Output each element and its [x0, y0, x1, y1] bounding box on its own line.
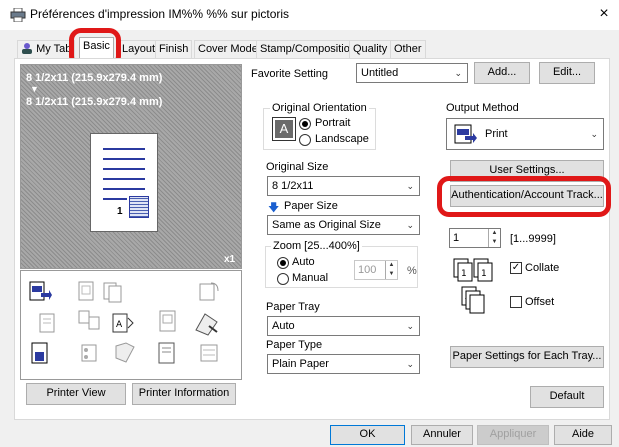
- booklet-icon: [100, 279, 126, 305]
- portrait-radio[interactable]: [299, 118, 311, 130]
- fold-icon: [112, 340, 138, 366]
- svg-text:A: A: [116, 320, 123, 330]
- copies-spinner[interactable]: 1 ▲ ▼: [449, 228, 501, 248]
- paper-tray-select[interactable]: Auto ⌄: [267, 316, 420, 336]
- punch-icon: [77, 340, 103, 366]
- printer-view-button[interactable]: Printer View: [26, 383, 126, 405]
- chevron-down-icon: ⌄: [590, 129, 598, 139]
- chevron-down-icon: ⌄: [406, 220, 414, 230]
- offset-label: Offset: [525, 296, 555, 308]
- landscape-radio[interactable]: [299, 134, 311, 146]
- original-size-select[interactable]: 8 1/2x11 ⌄: [267, 176, 420, 196]
- portrait-label: Portrait: [315, 117, 351, 129]
- text-line: [103, 158, 145, 160]
- svg-text:1: 1: [461, 269, 467, 279]
- collate-label: Collate: [525, 262, 560, 274]
- collate-icon: 1 1: [452, 255, 494, 283]
- paper-size-select[interactable]: Same as Original Size ⌄: [267, 215, 420, 235]
- rotate-icon: [196, 279, 222, 305]
- chevron-down-icon: ⌄: [406, 359, 414, 369]
- tab-other[interactable]: Other: [390, 40, 426, 58]
- default-button[interactable]: Default: [530, 386, 604, 408]
- chevron-down-icon: ⌄: [406, 181, 414, 191]
- text-line: [103, 148, 145, 150]
- tab-cover-mode[interactable]: Cover Mode: [194, 40, 262, 58]
- tab-quality[interactable]: Quality: [349, 40, 392, 58]
- paper-type-label: Paper Type: [266, 339, 323, 351]
- spin-down-icon[interactable]: ▼: [488, 238, 500, 247]
- tab-finish[interactable]: Finish: [155, 40, 193, 58]
- chevron-down-icon: ⌄: [406, 321, 414, 331]
- spin-up-icon[interactable]: ▲: [385, 261, 397, 270]
- paper-tray-label: Paper Tray: [266, 301, 320, 313]
- favorite-setting-label: Favorite Setting: [251, 68, 329, 80]
- add-favorite-button[interactable]: Add...: [474, 62, 530, 84]
- original-size-label: Original Size: [266, 161, 329, 173]
- offset-checkbox[interactable]: [510, 296, 522, 308]
- annotation-highlight-auth: [437, 176, 611, 217]
- watermark-icon: [154, 340, 180, 366]
- zoom-spinner[interactable]: 100 ▲ ▼: [354, 260, 398, 280]
- duplex-icon: A: [110, 310, 136, 336]
- tab-stamp-composition[interactable]: Stamp/Composition: [256, 40, 360, 58]
- zoom-unit: %: [407, 265, 417, 277]
- text-line: [103, 168, 145, 170]
- text-line: [103, 198, 127, 200]
- spin-up-icon[interactable]: ▲: [488, 229, 500, 238]
- paper-settings-each-tray-button[interactable]: Paper Settings for Each Tray...: [450, 346, 604, 368]
- combine-icon: [74, 279, 100, 305]
- edit-favorite-button[interactable]: Edit...: [539, 62, 595, 84]
- output-method-label: Output Method: [446, 102, 519, 114]
- paper-size-label: Paper Size: [284, 200, 338, 212]
- spin-down-icon[interactable]: ▼: [385, 270, 397, 279]
- paper-settings-icon: [27, 340, 53, 366]
- landscape-label: Landscape: [315, 133, 369, 145]
- collate-checkbox[interactable]: ✓: [510, 262, 522, 274]
- page-number: 1: [117, 206, 123, 217]
- stamp-icon: [156, 308, 182, 334]
- ok-button[interactable]: OK: [330, 425, 405, 445]
- down-arrow-icon: ▼: [30, 84, 39, 94]
- close-button[interactable]: ×: [594, 4, 614, 24]
- copies-range: [1...9999]: [510, 233, 556, 245]
- text-line: [103, 178, 145, 180]
- window-title: Préférences d'impression IM%% %% sur pic…: [30, 7, 290, 21]
- preview-page: 1: [90, 133, 158, 232]
- staple-pattern: [129, 196, 149, 218]
- copies-badge: x1: [224, 254, 236, 265]
- document-icon: [34, 310, 60, 336]
- zoom-manual-label: Manual: [292, 272, 329, 284]
- help-button[interactable]: Aide: [554, 425, 612, 445]
- preview-paper-size: 8 1/2x11 (215.9x279.4 mm): [26, 96, 163, 108]
- combination-icon: [76, 308, 102, 334]
- portrait-preview-icon: A: [272, 117, 296, 141]
- favorite-setting-select[interactable]: Untitled ⌄: [356, 63, 468, 83]
- apply-button[interactable]: Appliquer: [477, 425, 549, 445]
- tab-layout[interactable]: Layout: [118, 40, 160, 58]
- zoom-manual-radio[interactable]: [277, 273, 289, 285]
- preview-original-size: 8 1/2x11 (215.9x279.4 mm): [26, 72, 163, 84]
- printer-information-button[interactable]: Printer Information: [132, 383, 236, 405]
- layers-icon: [196, 340, 222, 366]
- printer-icon: [10, 7, 26, 23]
- orientation-label: Original Orientation: [270, 102, 369, 114]
- paper-type-select[interactable]: Plain Paper ⌄: [267, 354, 420, 374]
- svg-text:1: 1: [481, 269, 487, 279]
- text-line: [103, 188, 145, 190]
- output-tray-icon: [27, 279, 53, 305]
- user-icon: [21, 42, 33, 54]
- tab-my-tab[interactable]: My Tab: [17, 40, 76, 58]
- offset-icon: A: [460, 285, 486, 315]
- print-output-icon: [453, 123, 477, 145]
- staple-icon: [193, 310, 219, 336]
- output-method-select[interactable]: Print ⌄: [446, 118, 604, 150]
- chevron-down-icon: ⌄: [454, 68, 462, 78]
- zoom-auto-radio[interactable]: [277, 257, 289, 269]
- zoom-auto-label: Auto: [292, 256, 315, 268]
- zoom-label: Zoom [25...400%]: [271, 240, 362, 252]
- cancel-button[interactable]: Annuler: [411, 425, 473, 445]
